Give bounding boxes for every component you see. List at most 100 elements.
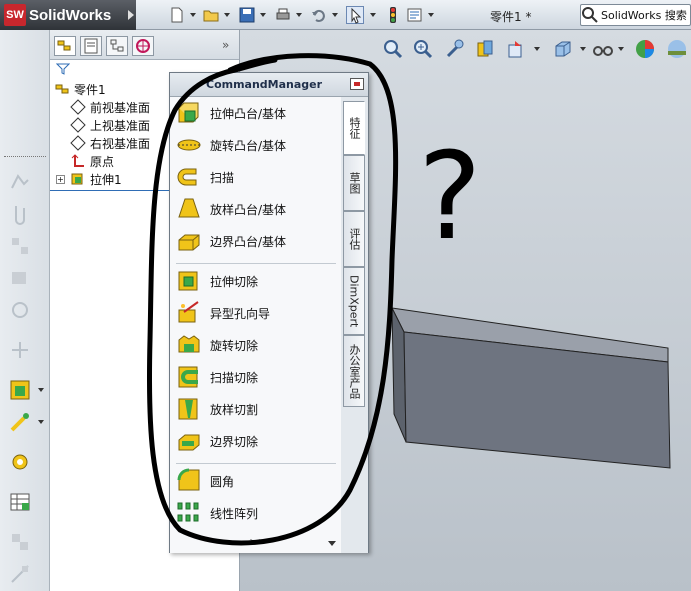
tree-part-node[interactable]: 零件1 xyxy=(54,80,106,98)
pin-icon[interactable] xyxy=(350,78,364,90)
print-icon[interactable] xyxy=(274,6,292,24)
hide-show-items-icon[interactable] xyxy=(592,38,614,60)
zoom-to-area-icon[interactable] xyxy=(412,38,434,60)
tool-linear-pattern[interactable]: 线性阵列 xyxy=(176,499,258,527)
tree-item-front-plane[interactable]: 前视基准面 xyxy=(70,98,150,116)
filter-icon[interactable] xyxy=(56,62,70,76)
tool-lofted-boss[interactable]: 放样凸台/基体 xyxy=(176,195,286,223)
tool-label: 异型孔向导 xyxy=(210,306,271,321)
tab-feature-manager[interactable] xyxy=(54,36,76,56)
mate-tool-icon[interactable] xyxy=(8,234,32,258)
revolved-cut-icon xyxy=(178,335,200,353)
tree-item-label: 右视基准面 xyxy=(90,136,151,151)
rotate-tool-icon[interactable] xyxy=(8,298,32,322)
revolved-boss-icon xyxy=(177,139,201,151)
tab-label: DimXpert xyxy=(347,274,361,328)
tab-office-products[interactable]: 办公室产品 xyxy=(343,335,365,407)
tab-configuration-manager[interactable] xyxy=(106,36,128,56)
expand-plus-icon[interactable]: + xyxy=(56,174,65,184)
feature-manager-tabs: » xyxy=(50,30,239,60)
swept-boss-icon xyxy=(177,168,197,186)
rebuild-traffic-light-icon[interactable] xyxy=(384,6,402,24)
tab-sketch[interactable]: 草图 xyxy=(343,155,365,211)
zoom-to-fit-icon[interactable] xyxy=(382,38,404,60)
tool-revolved-boss[interactable]: 旋转凸台/基体 xyxy=(176,131,286,159)
gear-icon[interactable] xyxy=(8,450,32,474)
linear-pattern-dropdown-arrow[interactable] xyxy=(328,541,336,546)
hide-show-dropdown-arrow[interactable] xyxy=(618,47,624,51)
tool-lofted-cut[interactable]: 放样切割 xyxy=(176,395,258,423)
tool-boundary-cut[interactable]: 边界切除 xyxy=(176,427,258,455)
move-tool-icon[interactable] xyxy=(8,338,32,362)
bom-table-icon[interactable] xyxy=(8,490,32,514)
tab-property-manager[interactable] xyxy=(80,36,102,56)
smart-fastener-icon[interactable] xyxy=(8,410,32,434)
display-style-icon[interactable] xyxy=(552,38,574,60)
view-orientation-dropdown-arrow[interactable] xyxy=(534,47,540,51)
tool-extruded-cut[interactable]: 拉伸切除 xyxy=(176,267,258,295)
tool-boundary-boss[interactable]: 边界凸台/基体 xyxy=(176,227,286,255)
previous-view-icon[interactable] xyxy=(444,38,466,60)
view-orientation-icon[interactable] xyxy=(506,38,528,60)
explode-view-icon[interactable] xyxy=(8,530,32,554)
tree-item-label: 原点 xyxy=(90,154,115,169)
tool-swept-boss[interactable]: 扫描 xyxy=(176,163,234,191)
select-cursor-icon[interactable] xyxy=(346,6,364,24)
edit-appearance-icon[interactable] xyxy=(634,38,656,60)
tool-swept-cut[interactable]: 扫描切除 xyxy=(176,363,258,391)
open-folder-icon[interactable] xyxy=(202,6,220,24)
tab-dimxpert[interactable]: DimXpert xyxy=(343,267,365,335)
plane-icon xyxy=(70,117,86,133)
solidworks-search-box[interactable]: SolidWorks 搜索 xyxy=(580,4,691,26)
undo-dropdown-arrow[interactable] xyxy=(332,13,338,17)
tool-revolved-cut[interactable]: 旋转切除 xyxy=(176,331,258,359)
boundary-cut-icon xyxy=(178,434,200,451)
plane-icon xyxy=(70,135,86,151)
tool-fillet[interactable]: 圆角 xyxy=(176,467,234,495)
tool-label: 放样切割 xyxy=(210,402,259,417)
component-tool-icon[interactable] xyxy=(8,266,32,290)
fillet-icon xyxy=(177,468,200,491)
tab-dimxpert-manager[interactable] xyxy=(132,36,154,56)
new-dropdown-arrow[interactable] xyxy=(190,13,196,17)
tree-item-top-plane[interactable]: 上视基准面 xyxy=(70,116,150,134)
section-view-icon[interactable] xyxy=(474,38,496,60)
command-manager-panel: CommandManager 拉伸凸台/基体 旋转凸台/基体 扫描 放样凸台/基… xyxy=(169,72,369,553)
tool-hole-wizard[interactable]: 异型孔向导 xyxy=(176,299,270,327)
insert-components-icon[interactable] xyxy=(8,378,32,402)
options-icon[interactable] xyxy=(406,6,424,24)
explode-line-icon[interactable] xyxy=(8,562,32,586)
expand-panel-chevron-icon[interactable]: » xyxy=(222,38,229,52)
insert-dropdown-arrow[interactable] xyxy=(38,388,44,392)
tab-features[interactable]: 特征 xyxy=(343,101,365,155)
plate-3d-model[interactable] xyxy=(388,302,678,472)
save-icon[interactable] xyxy=(238,6,256,24)
tool-label: 扫描切除 xyxy=(210,370,259,385)
tab-evaluate[interactable]: 评估 xyxy=(343,211,365,267)
tree-item-origin[interactable]: 原点 xyxy=(70,152,114,170)
more-tools-chevron-icon[interactable]: ︾ xyxy=(250,536,260,551)
tree-item-right-plane[interactable]: 右视基准面 xyxy=(70,134,150,152)
sketch-tool-icon[interactable] xyxy=(8,170,32,194)
open-dropdown-arrow[interactable] xyxy=(224,13,230,17)
tree-item-extrude1[interactable]: + 拉伸1 xyxy=(56,170,122,188)
print-dropdown-arrow[interactable] xyxy=(296,13,302,17)
command-manager-title-bar[interactable]: CommandManager xyxy=(170,73,368,97)
save-dropdown-arrow[interactable] xyxy=(260,13,266,17)
solidworks-logo-menu[interactable]: SW SolidWorks xyxy=(0,0,136,30)
display-style-dropdown-arrow[interactable] xyxy=(580,47,586,51)
fastener-dropdown-arrow[interactable] xyxy=(38,420,44,424)
tool-extruded-boss[interactable]: 拉伸凸台/基体 xyxy=(176,99,286,127)
undo-icon[interactable] xyxy=(310,6,328,24)
tool-label: 圆角 xyxy=(210,474,235,489)
select-dropdown-arrow[interactable] xyxy=(370,13,376,17)
options-dropdown-arrow[interactable] xyxy=(428,13,434,17)
apply-scene-icon[interactable] xyxy=(666,38,688,60)
clip-tool-icon[interactable] xyxy=(8,202,32,226)
part-icon xyxy=(55,84,69,94)
extrude-feature-icon xyxy=(71,173,83,185)
strip-grip[interactable] xyxy=(4,156,46,158)
new-document-icon[interactable] xyxy=(168,6,186,24)
document-title: 零件1 * xyxy=(490,10,532,24)
tool-separator xyxy=(176,263,336,264)
